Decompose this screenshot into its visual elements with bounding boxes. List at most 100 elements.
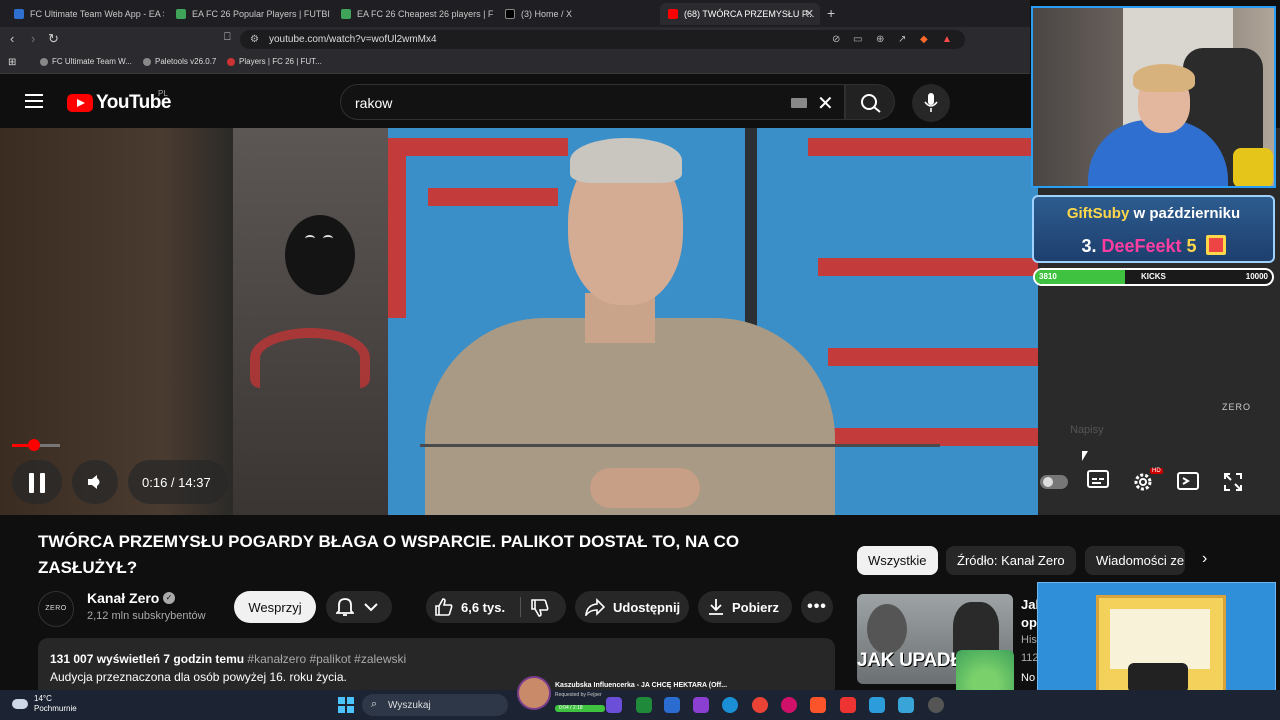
youtube-header: YouTube PL rakow ✕ — [0, 76, 1030, 128]
search-icon — [861, 94, 881, 113]
bookmark-futbin-players[interactable]: Players | FC 26 | FUT... — [227, 57, 322, 66]
view-stats: 131 007 wyświetleń 7 godzin temu — [50, 652, 245, 666]
notification-bell-button[interactable] — [326, 591, 392, 623]
like-count[interactable]: 6,6 tys. — [461, 600, 505, 615]
menu-icon[interactable] — [25, 94, 43, 108]
windows-start-icon[interactable] — [338, 697, 354, 713]
bookmark-icon[interactable]: ⎕ — [224, 31, 231, 44]
url-field[interactable]: ⚙ youtube.com/watch?v=wofUl2wmMx4 ⊘ ▭ ⊕ … — [240, 30, 965, 49]
chip-source-channel[interactable]: Źródło: Kanał Zero — [946, 546, 1076, 575]
verified-check-icon: ✓ — [163, 592, 175, 604]
ea-icon — [14, 9, 24, 19]
tab-x-home[interactable]: (3) Home / X — [497, 3, 647, 25]
gift-icon — [1205, 235, 1226, 255]
bookmark-fc-web[interactable]: FC Ultimate Team W... — [40, 57, 132, 66]
youtube-logo[interactable]: YouTube — [67, 92, 171, 114]
tab-futbin-cheapest[interactable]: EA FC 26 Cheapest 26 players | FUTB — [333, 3, 493, 25]
chip-news[interactable]: Wiadomości ze — [1085, 546, 1185, 575]
futbin-icon — [176, 9, 186, 19]
keyboard-icon[interactable] — [791, 98, 807, 108]
video-player[interactable] — [0, 128, 1040, 515]
thumbs-down-icon[interactable] — [530, 598, 550, 618]
tab-futbin-popular[interactable]: EA FC 26 Popular Players | FUTBIN — [168, 3, 330, 25]
volume-icon — [88, 475, 100, 489]
obs-icon[interactable] — [781, 697, 797, 713]
apps-grid-icon[interactable]: ⊞ — [8, 57, 16, 68]
search-input[interactable]: rakow ✕ — [340, 84, 845, 120]
youtube-play-icon — [67, 94, 93, 112]
settings-button[interactable] — [1132, 471, 1154, 498]
tab-fc-web-app[interactable]: FC Ultimate Team Web App - EA SPO — [6, 3, 164, 25]
globe-icon — [40, 57, 48, 66]
mouse-cursor — [1082, 451, 1088, 461]
autoplay-toggle[interactable] — [1040, 475, 1068, 489]
tab-youtube-active[interactable]: (68) TWÓRCA PRZEMYSŁU P... ✕ — [660, 3, 820, 25]
pause-icon — [29, 473, 34, 493]
youtube-icon — [668, 9, 678, 19]
address-bar-row: ‹ › ↻ ⎕ ⚙ youtube.com/watch?v=wofUl2wmMx… — [0, 27, 1030, 52]
clear-search-icon[interactable]: ✕ — [817, 91, 834, 116]
captions-hint: Napisy — [1070, 424, 1104, 436]
vivaldi-icon[interactable] — [840, 697, 856, 713]
more-actions-button[interactable]: ••• — [801, 591, 833, 623]
country-code: PL — [158, 89, 168, 98]
video-studio-wall — [233, 128, 393, 515]
time-display: 0:16 / 14:37 — [128, 460, 228, 504]
volume-button[interactable] — [72, 460, 118, 504]
brave-shield-icon[interactable]: ◆ — [920, 34, 928, 45]
channel-avatar[interactable]: ZERO — [38, 591, 74, 627]
subtitles-button[interactable] — [1087, 470, 1109, 493]
camera-off-icon[interactable]: ⊘ — [832, 34, 840, 45]
bell-icon — [336, 598, 354, 616]
steam-icon[interactable] — [928, 697, 944, 713]
bookmarks-bar: ⊞ FC Ultimate Team W... Paletools v26.0.… — [0, 52, 1030, 74]
progress-bar-remaining[interactable] — [420, 444, 940, 447]
search-icon: ⌕ — [371, 698, 378, 710]
share-icon[interactable]: ↗ — [898, 34, 906, 45]
taskbar-search[interactable]: ⌕ Wyszukaj — [362, 694, 508, 716]
browser-tab-bar: FC Ultimate Team Web App - EA SPO EA FC … — [0, 0, 1030, 27]
chrome-icon[interactable] — [752, 697, 768, 713]
weather-widget[interactable]: 14°C Pochmurnie — [12, 694, 77, 714]
chevron-right-icon[interactable]: › — [1202, 550, 1207, 568]
site-info-icon[interactable]: ⚙ — [250, 34, 259, 45]
bookmark-paletools[interactable]: Paletools v26.0.7 — [143, 57, 216, 66]
fullscreen-button[interactable] — [1223, 472, 1243, 497]
progress-scrubber[interactable] — [28, 439, 40, 451]
miniplayer-button[interactable] — [1177, 472, 1199, 495]
wave-icon[interactable] — [898, 697, 914, 713]
thumbs-up-icon[interactable] — [434, 597, 454, 617]
close-tab-icon[interactable]: ✕ — [805, 7, 814, 20]
video-presenter-hands — [590, 468, 700, 508]
chip-all[interactable]: Wszystkie — [857, 546, 938, 575]
video-title: TWÓRCA PRZEMYSŁU POGARDY BŁAGA O WSPARCI… — [38, 532, 740, 577]
extension-icon[interactable]: ▲ — [942, 34, 952, 45]
new-tab-button[interactable]: + — [827, 5, 835, 21]
more-dots-icon: ••• — [807, 598, 827, 615]
voice-search-button[interactable] — [912, 84, 950, 122]
cast-icon[interactable]: ▭ — [853, 34, 862, 45]
download-button[interactable]: Pobierz — [698, 591, 792, 623]
back-icon[interactable]: ‹ — [10, 31, 14, 46]
song-requested-by: Requested by Fe|per — [555, 692, 602, 698]
hashtags[interactable]: #kanałzero #palikot #zalewski — [247, 652, 406, 666]
photos-icon[interactable] — [869, 697, 885, 713]
brave-icon[interactable] — [810, 697, 826, 713]
video-studio-left — [0, 128, 233, 515]
pause-button[interactable] — [12, 460, 62, 504]
channel-name[interactable]: Kanał Zero — [87, 590, 159, 606]
song-title: Kaszubska Influencerka - JA CHCĘ HEKTARA… — [555, 682, 728, 689]
now-playing-widget: Kaszubska Influencerka - JA CHCĘ HEKTARA… — [517, 676, 745, 716]
reload-icon[interactable]: ↻ — [48, 31, 59, 47]
globe-icon — [143, 57, 151, 66]
share-button[interactable]: Udostępnij — [575, 591, 689, 623]
join-button[interactable]: Wesprzyj — [234, 591, 316, 623]
song-progress: 0:04 / 2:18 — [555, 705, 605, 712]
search-button[interactable] — [845, 84, 895, 120]
forward-icon[interactable]: › — [31, 31, 35, 46]
x-logo-icon — [505, 9, 515, 19]
gift-subs-panel: GiftSuby w październiku 3. DeeFeekt 5 — [1032, 195, 1275, 263]
description-text: Audycja przeznaczona dla osób powyżej 16… — [50, 670, 347, 684]
zoom-icon[interactable]: ⊕ — [876, 34, 884, 45]
video-watermark: ZERO — [1222, 402, 1252, 412]
